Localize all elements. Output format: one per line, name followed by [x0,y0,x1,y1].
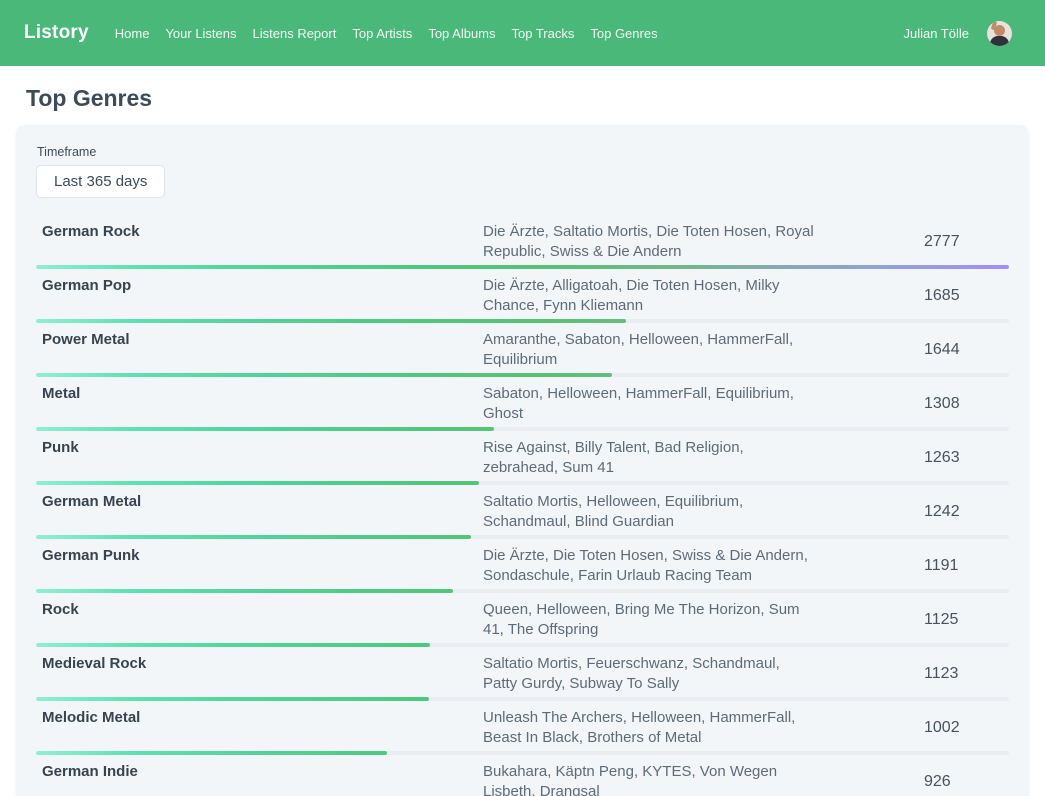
genre-count: 1191 [924,546,1009,586]
genre-name: Punk [36,438,483,478]
genre-artists: Bukahara, Käptn Peng, KYTES, Von Wegen L… [483,762,815,796]
genre-row-content: German Punk Die Ärzte, Die Toten Hosen, … [36,539,1009,586]
nav-item-home[interactable]: Home [115,26,150,41]
genre-row: Medieval Rock Saltatio Mortis, Feuerschw… [36,647,1009,701]
top-navbar: Listory Home Your Listens Listens Report… [0,0,1045,66]
genre-row: German Metal Saltatio Mortis, Helloween,… [36,485,1009,539]
genre-row: Power Metal Amaranthe, Sabaton, Hellowee… [36,323,1009,377]
genre-count: 1002 [924,708,1009,748]
genre-name: Medieval Rock [36,654,483,694]
genre-artists: Die Ärzte, Alligatoah, Die Toten Hosen, … [483,276,815,316]
genre-row-content: Punk Rise Against, Billy Talent, Bad Rel… [36,431,1009,478]
genre-count: 1263 [924,438,1009,478]
nav-item-listens-report[interactable]: Listens Report [253,26,337,41]
genre-name: Metal [36,384,483,424]
user-name[interactable]: Julian Tölle [903,26,969,41]
nav-item-top-tracks[interactable]: Top Tracks [512,26,575,41]
nav-item-top-genres[interactable]: Top Genres [590,26,657,41]
nav-links: Home Your Listens Listens Report Top Art… [115,26,658,41]
genre-count: 1685 [924,276,1009,316]
brand-logo[interactable]: Listory [24,22,89,44]
genre-artists: Die Ärzte, Die Toten Hosen, Swiss & Die … [483,546,815,586]
genre-name: Melodic Metal [36,708,483,748]
nav-item-top-albums[interactable]: Top Albums [428,26,495,41]
genre-name: German Punk [36,546,483,586]
timeframe-label: Timeframe [37,145,1009,159]
genre-row-content: German Rock Die Ärzte, Saltatio Mortis, … [36,215,1009,262]
genre-artists: Saltatio Mortis, Helloween, Equilibrium,… [483,492,815,532]
genre-row-content: Melodic Metal Unleash The Archers, Hello… [36,701,1009,748]
nav-item-your-listens[interactable]: Your Listens [165,26,236,41]
genre-artists: Amaranthe, Sabaton, Helloween, HammerFal… [483,330,815,370]
genre-count: 1125 [924,600,1009,640]
genre-count: 1242 [924,492,1009,532]
genre-row-content: Power Metal Amaranthe, Sabaton, Hellowee… [36,323,1009,370]
genre-row: Metal Sabaton, Helloween, HammerFall, Eq… [36,377,1009,431]
top-genres-card: Timeframe Last 365 days German Rock Die … [16,125,1029,796]
genre-artists: Rise Against, Billy Talent, Bad Religion… [483,438,815,478]
nav-item-top-artists[interactable]: Top Artists [352,26,412,41]
genre-artists: Die Ärzte, Saltatio Mortis, Die Toten Ho… [483,222,815,262]
genre-name: German Rock [36,222,483,262]
user-avatar[interactable] [987,21,1012,46]
genre-name: Rock [36,600,483,640]
timeframe-select[interactable]: Last 365 days [36,165,165,198]
genre-name: Power Metal [36,330,483,370]
genre-row: German Rock Die Ärzte, Saltatio Mortis, … [36,215,1009,269]
genre-row-content: German Indie Bukahara, Käptn Peng, KYTES… [36,755,1009,796]
page-title: Top Genres [26,85,1045,112]
genre-row: German Punk Die Ärzte, Die Toten Hosen, … [36,539,1009,593]
genre-row: German Indie Bukahara, Käptn Peng, KYTES… [36,755,1009,796]
genre-row-content: German Metal Saltatio Mortis, Helloween,… [36,485,1009,532]
genre-count: 1644 [924,330,1009,370]
genre-row-content: Rock Queen, Helloween, Bring Me The Hori… [36,593,1009,640]
genre-artists: Saltatio Mortis, Feuerschwanz, Schandmau… [483,654,815,694]
genre-row: Punk Rise Against, Billy Talent, Bad Rel… [36,431,1009,485]
genre-artists: Unleash The Archers, Helloween, HammerFa… [483,708,815,748]
genre-artists: Queen, Helloween, Bring Me The Horizon, … [483,600,815,640]
genre-name: German Pop [36,276,483,316]
genre-row-content: German Pop Die Ärzte, Alligatoah, Die To… [36,269,1009,316]
genre-row: Rock Queen, Helloween, Bring Me The Hori… [36,593,1009,647]
genre-table: German Rock Die Ärzte, Saltatio Mortis, … [36,215,1009,796]
genre-row-content: Metal Sabaton, Helloween, HammerFall, Eq… [36,377,1009,424]
genre-artists: Sabaton, Helloween, HammerFall, Equilibr… [483,384,815,424]
avatar-figure [990,36,1009,46]
genre-count: 1308 [924,384,1009,424]
genre-count: 1123 [924,654,1009,694]
genre-count: 2777 [924,222,1009,262]
avatar-figure [994,25,1005,36]
nav-user-area: Julian Tölle [903,21,1012,46]
genre-row: German Pop Die Ärzte, Alligatoah, Die To… [36,269,1009,323]
genre-row: Melodic Metal Unleash The Archers, Hello… [36,701,1009,755]
genre-name: German Metal [36,492,483,532]
genre-count: 926 [924,762,1009,796]
genre-row-content: Medieval Rock Saltatio Mortis, Feuerschw… [36,647,1009,694]
genre-name: German Indie [36,762,483,796]
